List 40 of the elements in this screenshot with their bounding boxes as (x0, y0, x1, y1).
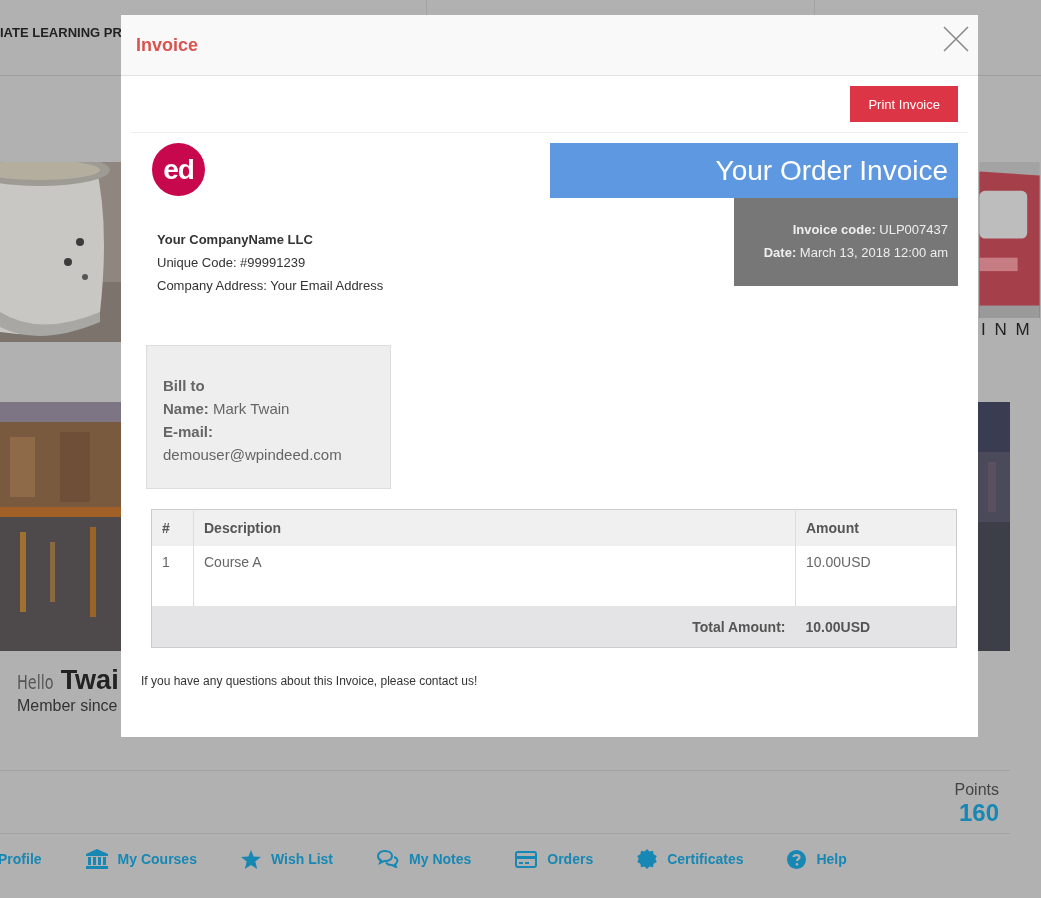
nav-link[interactable]: Orders (515, 850, 594, 868)
footer-note: If you have any questions about this Invoice, please contact us! (141, 674, 479, 688)
company-address: Company Address: Your Email Address (156, 278, 384, 293)
nav-link[interactable]: Wish List (240, 849, 334, 869)
print-invoice-button[interactable]: Print Invoice (850, 86, 958, 122)
nav-link[interactable]: Certificates (637, 849, 744, 869)
bank-icon (85, 849, 108, 869)
column-header: Amount (795, 509, 957, 546)
invoice-code: Invoice code: ULP007437 (791, 222, 948, 237)
invoice-date: Date: March 13, 2018 12:00 am (762, 245, 948, 260)
nav-link[interactable]: Help (787, 849, 847, 869)
help-icon (787, 849, 807, 869)
logo: ed (152, 143, 205, 196)
total-value: 10.00USD (795, 606, 957, 648)
bill-to-heading: Bill to (163, 376, 206, 396)
nav-link[interactable]: My Courses (85, 849, 197, 869)
column-header: # (151, 509, 194, 546)
site-title[interactable]: IATE LEARNING PR (0, 25, 122, 40)
user-name: Twai (60, 665, 119, 696)
member-since: Member since (16, 697, 119, 715)
chat-bubbles-icon (377, 850, 400, 868)
credit-card-icon (515, 850, 538, 868)
close-icon[interactable] (943, 26, 969, 52)
column-header: Description (193, 509, 796, 546)
badge-icon (637, 849, 658, 869)
greeting: Hello (17, 670, 54, 694)
invoice-title: Your Order Invoice (550, 143, 958, 198)
banner-heading: I N M (981, 319, 1032, 341)
table-cell: 1 (151, 546, 194, 606)
total-label: Total Amount: (151, 606, 796, 648)
points-label: Points (954, 781, 999, 799)
customer-name: Name: Mark Twain (163, 399, 291, 419)
company-name: Your CompanyName LLC (156, 232, 314, 247)
nav-link[interactable]: My Notes (377, 850, 472, 868)
email-label: E-mail: (163, 422, 214, 442)
unique-code: Unique Code: #99991239 (156, 255, 307, 270)
dialog-title: Invoice (136, 34, 199, 56)
customer-email: demouser@wpindeed.com (163, 445, 343, 465)
star-icon (240, 849, 261, 869)
points-value: 160 (958, 799, 999, 827)
